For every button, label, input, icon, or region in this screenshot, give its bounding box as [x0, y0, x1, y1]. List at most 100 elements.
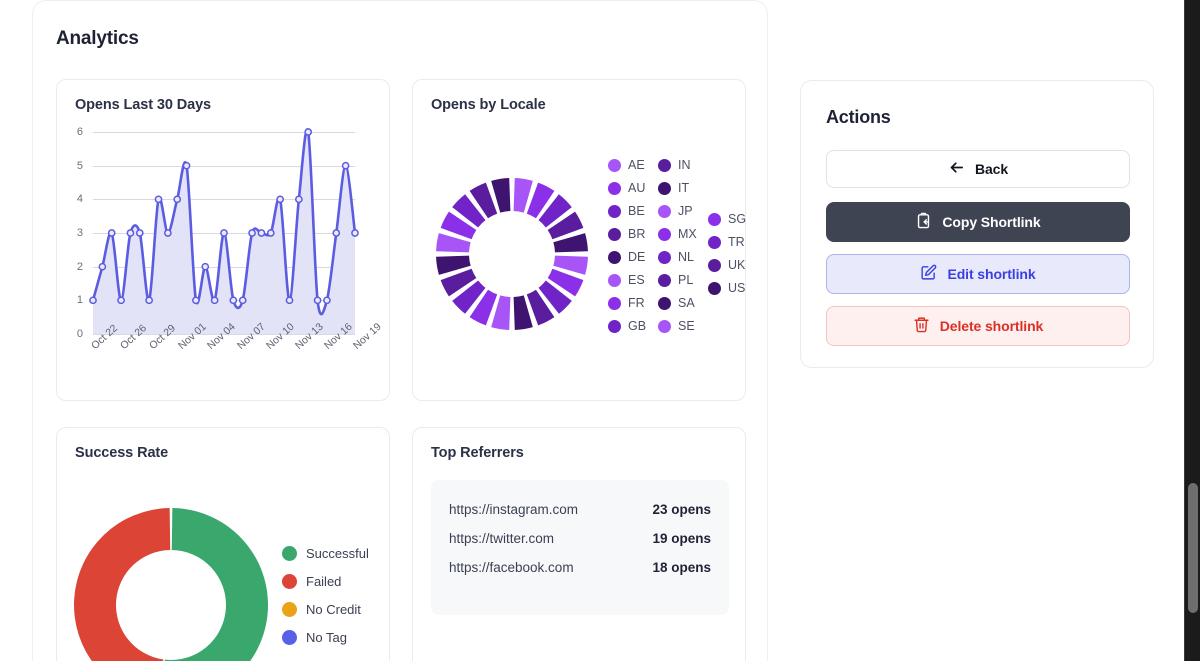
data-point: [201, 262, 210, 271]
legend-color-dot: [658, 250, 671, 264]
copy-shortlink-button[interactable]: Copy Shortlink: [826, 202, 1130, 242]
legend-item-label: UK: [728, 258, 746, 272]
donut-segment: [74, 508, 171, 661]
legend-color-dot: [608, 158, 621, 172]
legend-item-label: No Credit: [306, 602, 361, 617]
locale-legend-item[interactable]: PL: [658, 273, 697, 287]
actions-card: Actions Back Copy Shortlink Edit shortli…: [800, 80, 1154, 368]
legend-item-label: Successful: [306, 546, 369, 561]
back-button-label: Back: [974, 161, 1009, 177]
legend-item-label: AE: [628, 158, 645, 172]
legend-item-label: NL: [678, 250, 694, 264]
opens-last-30-days-card: Opens Last 30 Days 0 1 2 3 4 5 6 Oct 22 Oct 26 Oc…: [56, 79, 390, 401]
referrer-row[interactable]: https://facebook.com 18 opens: [449, 560, 711, 575]
legend-item-label: US: [728, 281, 746, 295]
legend-color-dot: [658, 227, 671, 241]
data-point: [266, 229, 275, 237]
locale-legend-item[interactable]: NL: [658, 250, 697, 264]
legend-color-dot: [608, 204, 621, 218]
success-rate-legend-item[interactable]: No Credit: [282, 602, 369, 617]
locale-legend-item[interactable]: BR: [608, 227, 646, 241]
data-point: [313, 296, 322, 305]
legend-item-label: ES: [628, 273, 645, 287]
locale-legend-item[interactable]: SE: [658, 319, 697, 333]
data-point: [229, 296, 238, 305]
legend-color-dot: [708, 235, 721, 249]
referrer-url: https://twitter.com: [449, 531, 555, 546]
legend-item-label: IN: [678, 158, 691, 172]
edit-pencil-icon: [920, 264, 937, 284]
data-point: [341, 161, 350, 170]
locale-legend-item[interactable]: SG: [708, 212, 746, 226]
locale-legend-item[interactable]: JP: [658, 204, 697, 218]
locale-legend-item[interactable]: US: [708, 281, 746, 295]
main-content-panel: Analytics Opens Last 30 Days 0 1 2 3 4 5 6 Oct …: [32, 0, 768, 661]
edit-shortlink-label: Edit shortlink: [947, 266, 1036, 282]
delete-shortlink-label: Delete shortlink: [939, 318, 1044, 334]
locale-legend-item[interactable]: DE: [608, 250, 646, 264]
locale-legend-item[interactable]: UK: [708, 258, 746, 272]
card-title-opens: Opens Last 30 Days: [75, 97, 212, 113]
referrer-row[interactable]: https://instagram.com 23 opens: [449, 502, 711, 517]
success-rate-legend-item[interactable]: Successful: [282, 546, 369, 561]
legend-color-dot: [282, 574, 297, 589]
back-button[interactable]: Back: [826, 150, 1130, 188]
legend-color-dot: [282, 546, 297, 561]
legend-color-dot: [608, 296, 621, 310]
opens-line-chart: 0 1 2 3 4 5 6 Oct 22 Oct 26 Oct 29 Nov 01 Nov 04 Nov…: [65, 124, 384, 392]
locale-legend-item[interactable]: GB: [608, 319, 646, 333]
locale-legend-item[interactable]: TR: [708, 235, 746, 249]
line-chart-svg: [89, 128, 359, 334]
legend-item-label: BR: [628, 227, 646, 241]
success-rate-legend-item[interactable]: Failed: [282, 574, 369, 589]
success-rate-legend-item[interactable]: No Tag: [282, 630, 369, 645]
data-point: [173, 195, 182, 204]
locale-legend-item[interactable]: SA: [658, 296, 697, 310]
legend-color-dot: [708, 212, 721, 226]
copy-shortlink-label: Copy Shortlink: [942, 214, 1041, 230]
legend-item-label: No Tag: [306, 630, 347, 645]
data-point: [192, 296, 200, 305]
locale-legend-item[interactable]: FR: [608, 296, 646, 310]
legend-item-label: BE: [628, 204, 645, 218]
data-point: [220, 229, 228, 237]
legend-color-dot: [282, 630, 297, 645]
locale-legend-item[interactable]: AE: [608, 158, 646, 172]
locale-legend-item[interactable]: IN: [658, 158, 697, 172]
locale-legend-item[interactable]: ES: [608, 273, 646, 287]
donut-segment: [164, 508, 268, 661]
data-point: [304, 128, 313, 136]
data-point: [126, 229, 135, 237]
legend-item-label: PL: [678, 273, 694, 287]
data-point: [285, 296, 294, 305]
success-rate-card: Success Rate Successful Failed No Credit No…: [56, 427, 390, 661]
referrer-open-count: 23 opens: [652, 502, 711, 517]
legend-item-label: AU: [628, 181, 646, 195]
success-rate-legend: Successful Failed No Credit No Tag: [282, 546, 369, 645]
referrer-row[interactable]: https://twitter.com 19 opens: [449, 531, 711, 546]
legend-color-dot: [658, 181, 671, 195]
data-point: [107, 229, 116, 237]
data-point: [238, 296, 247, 305]
legend-item-label: JP: [678, 204, 693, 218]
locale-legend-column: SG TR UK US: [708, 212, 746, 295]
locale-legend-item[interactable]: IT: [658, 181, 697, 195]
referrer-open-count: 19 opens: [652, 531, 711, 546]
data-point: [89, 296, 97, 305]
data-point: [98, 262, 107, 271]
locale-legend-item[interactable]: BE: [608, 204, 646, 218]
scrollbar-thumb[interactable]: [1188, 483, 1198, 613]
locale-legend-column: AE AU BE BR DE ES FR GB: [608, 158, 646, 333]
top-referrers-card: Top Referrers https://instagram.com 23 op…: [412, 427, 746, 661]
data-point: [276, 195, 284, 204]
locale-legend-item[interactable]: MX: [658, 227, 697, 241]
locale-legend-item[interactable]: AU: [608, 181, 646, 195]
legend-item-label: Failed: [306, 574, 342, 589]
legend-color-dot: [608, 250, 621, 264]
legend-item-label: SA: [678, 296, 695, 310]
delete-shortlink-button[interactable]: Delete shortlink: [826, 306, 1130, 346]
page-scrollbar[interactable]: [1184, 0, 1200, 661]
edit-shortlink-button[interactable]: Edit shortlink: [826, 254, 1130, 294]
legend-color-dot: [608, 319, 621, 333]
data-point: [295, 195, 303, 204]
